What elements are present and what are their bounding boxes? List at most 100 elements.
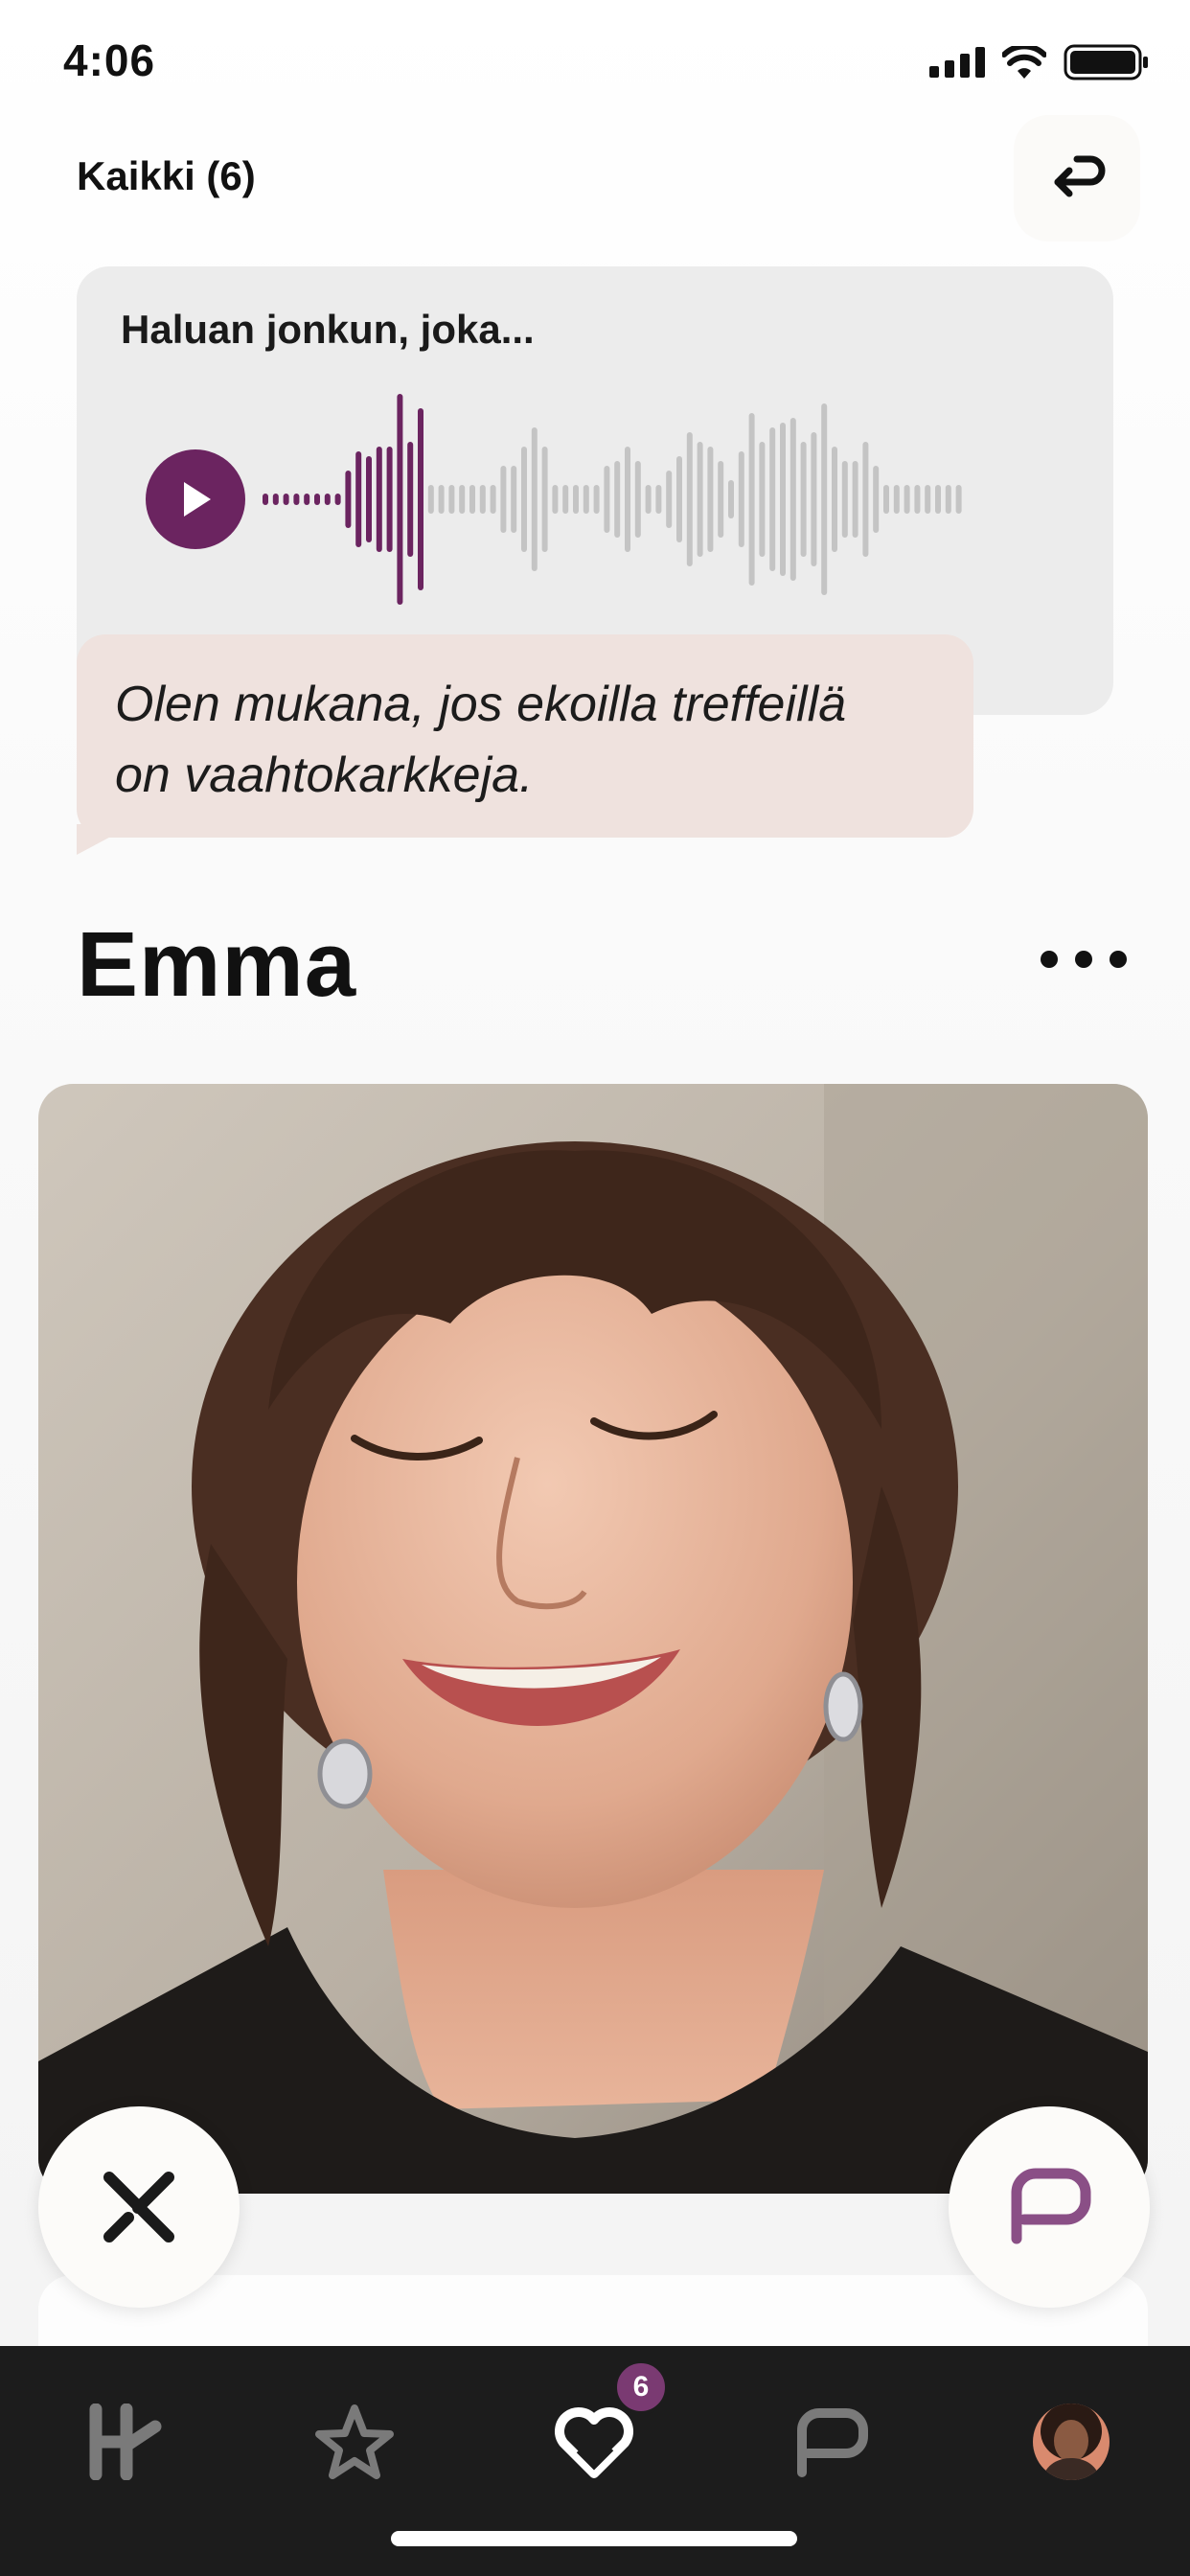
hinge-logo-icon [89,2404,162,2480]
waveform-bar [748,413,755,586]
waveform-bar [655,485,662,514]
home-indicator[interactable] [391,2531,797,2546]
waveform-bar [376,447,382,552]
waveform-bar [614,461,621,538]
waveform-bar [438,485,445,514]
waveform-bar [511,466,517,533]
tab-matches[interactable] [774,2384,889,2499]
waveform-bar [263,494,268,505]
wifi-icon [1002,46,1046,79]
waveform-bar [769,427,776,571]
waveform-bar [479,485,486,514]
more-dot [1041,951,1058,968]
waveform-bar [304,494,310,505]
waveform-bar [541,447,548,552]
waveform-bar [469,485,475,514]
waveform-bar [873,466,880,533]
profile-name: Emma [77,913,357,1016]
waveform-bar [718,461,724,538]
waveform-bar [407,442,414,557]
waveform-bar [883,485,889,514]
waveform-bar [427,485,434,514]
waveform-bar [697,442,703,557]
waveform-bar [738,451,744,547]
waveform-bar [811,432,817,566]
waveform-bar [821,403,828,595]
pass-button[interactable] [38,2106,240,2308]
waveform-bar [800,442,807,557]
waveform-bar [925,485,931,514]
waveform-bar [583,485,589,514]
waveform-bar [914,485,921,514]
waveform-bar [841,461,848,538]
waveform-bar [676,456,682,542]
waveform-bar [314,494,320,505]
waveform-bar [728,480,734,518]
waveform-bar [272,494,279,505]
filter-label[interactable]: Kaikki (6) [77,153,256,199]
status-time: 4:06 [63,35,156,85]
waveform-bar [490,485,496,514]
waveform-bar [707,447,714,552]
waveform-bar [552,485,559,514]
waveform-bar [448,485,455,514]
waveform-bar [790,418,796,581]
waveform-bar [397,394,403,605]
waveform-bar [945,485,951,514]
chat-bubble-icon [1011,2168,1091,2244]
play-icon [184,482,211,517]
status-icons [929,44,1150,80]
portrait-illustration [38,1084,1148,2194]
undo-button[interactable] [1014,115,1140,242]
waveform-bar [334,494,341,505]
tab-standouts[interactable] [297,2384,412,2499]
status-bar: 4:06 [0,0,1190,125]
reply-bubble: Olen mukana, jos ekoilla treffeillä on v… [77,634,973,838]
waveform-bar [593,485,600,514]
profile-avatar [1033,2404,1110,2480]
waveform-bar [386,447,393,552]
signal-icon [929,47,985,78]
audio-waveform[interactable] [263,381,972,617]
waveform-bar [562,485,569,514]
waveform-bar [521,447,527,552]
close-x-icon [103,2172,174,2242]
chat-icon [797,2408,868,2477]
star-icon [315,2404,394,2479]
profile-photo[interactable] [38,1084,1148,2194]
waveform-bar [666,471,673,528]
waveform-bar [893,485,900,514]
waveform-bar [459,485,466,514]
waveform-bar [832,447,837,552]
waveform-bar [500,466,507,533]
waveform-bar [604,466,610,533]
battery-icon [1064,44,1148,80]
waveform-bar [759,442,766,557]
waveform-bar [935,485,941,514]
reply-text: Olen mukana, jos ekoilla treffeillä on v… [115,677,847,803]
waveform-bar [366,456,372,542]
waveform-bar [355,451,362,547]
waveform-bar [573,485,579,514]
prompt-title: Haluan jonkun, joka... [121,307,535,352]
waveform-bar [283,494,289,505]
likes-heart-icon [555,2407,633,2478]
more-options-button[interactable] [1041,935,1127,983]
more-dot [1075,951,1092,968]
waveform-bar [324,494,331,505]
likes-count-badge: 6 [613,2359,669,2415]
waveform-bar [531,427,538,571]
waveform-bar [904,485,910,514]
waveform-bar [625,447,630,552]
waveform-bar [780,423,786,576]
play-button[interactable] [146,449,245,549]
waveform-bar [852,461,858,538]
waveform-bar [955,485,962,514]
tab-profile[interactable] [1014,2384,1129,2499]
waveform-bar [345,471,352,528]
comment-like-button[interactable] [949,2106,1150,2308]
more-dot [1110,951,1127,968]
waveform-bar [686,432,693,566]
tab-discover[interactable] [67,2384,182,2499]
waveform-bar [293,494,300,505]
